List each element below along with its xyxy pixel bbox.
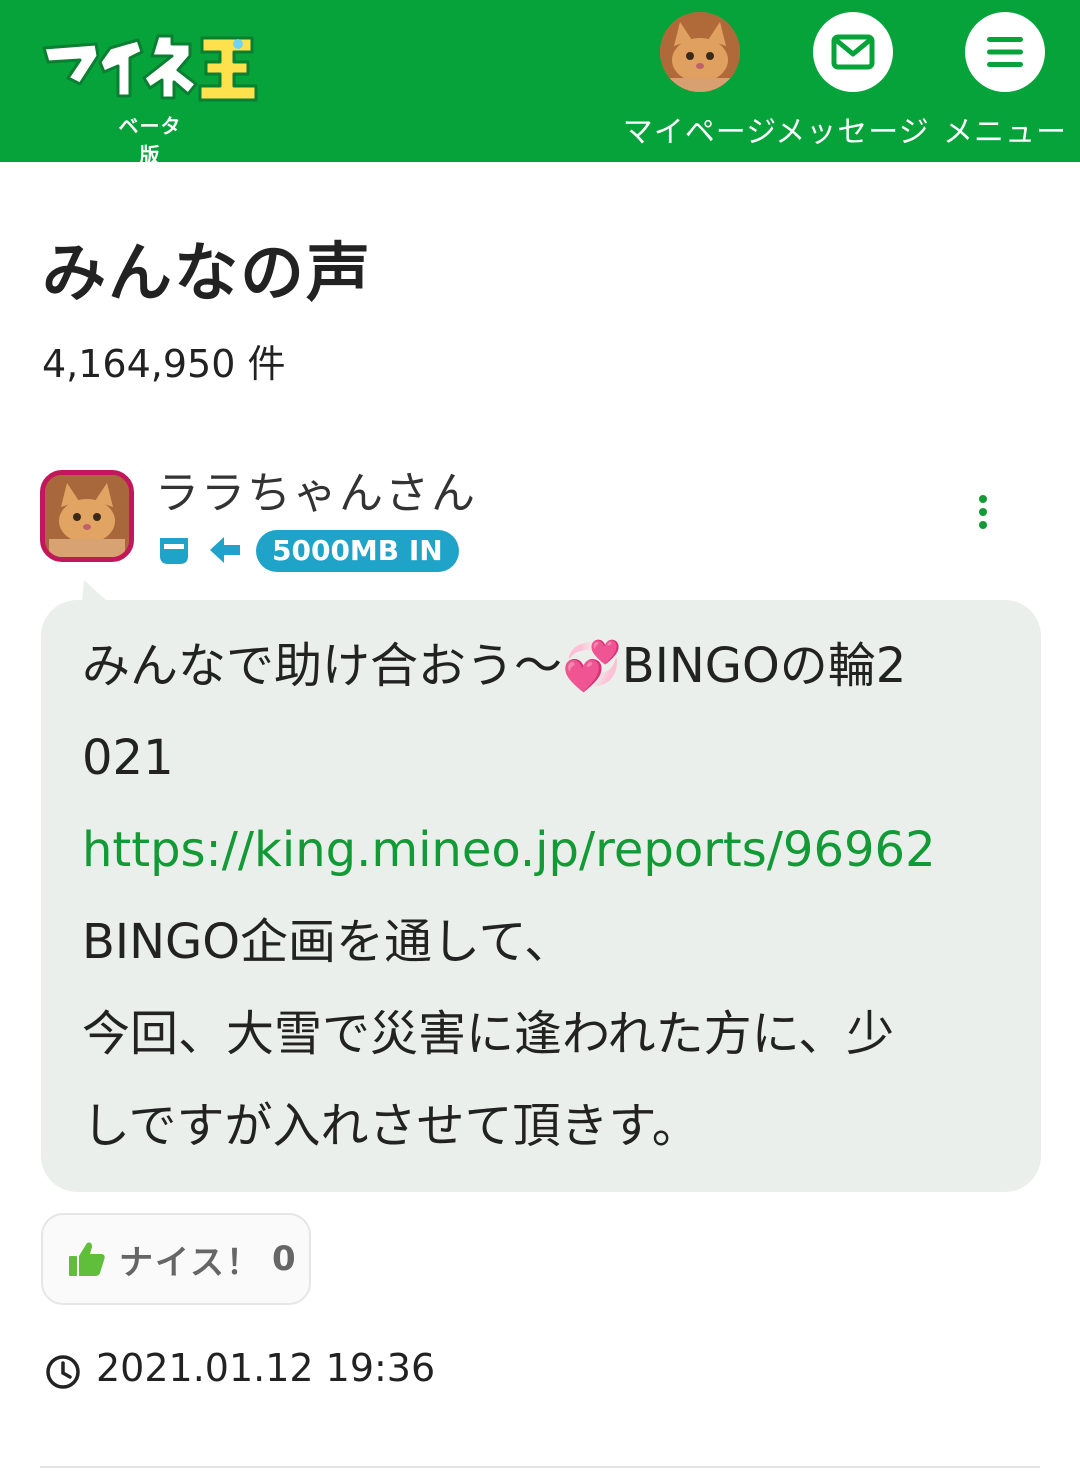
user-avatar[interactable] <box>40 470 134 562</box>
post-timestamp: 2021.01.12 19:36 <box>96 1346 436 1390</box>
nav-mypage[interactable]: マイページ <box>620 12 780 151</box>
post-body: みんなで助け合おう～💞BINGOの輪2 021 https://king.min… <box>82 620 1002 1172</box>
post-body-line: しですが入れさせて頂きす。 <box>82 1098 700 1154</box>
nav-message-label: メッセージ <box>775 115 930 150</box>
nav-mypage-label: マイページ <box>622 115 778 150</box>
post-username[interactable]: ララちゃんさん <box>155 457 477 521</box>
post-body-line: みんなで助け合おう～💞BINGOの輪2 <box>82 638 907 694</box>
hamburger-menu-icon <box>987 37 1023 67</box>
post-count: 4,164,950 件 <box>42 342 286 386</box>
envelope-icon <box>831 34 874 70</box>
post-body-line: 今回、大雪で災害に逢われた方に、少 <box>82 1006 895 1062</box>
post-report-link[interactable]: https://king.mineo.jp/reports/96962 <box>82 804 1002 896</box>
message-button[interactable] <box>812 12 893 92</box>
logo-wordmark-icon <box>42 34 258 102</box>
nice-count: 0 <box>271 1239 296 1279</box>
post-body-line: BINGO企画を通して、 <box>82 914 573 970</box>
page: ベータ版 マイページ メッセージ メニュー みんなの声 4,164,950 件 … <box>0 0 1080 1479</box>
cup-icon <box>160 538 188 564</box>
cat-avatar-icon <box>45 475 129 557</box>
clock-icon <box>46 1355 80 1389</box>
mypage-avatar[interactable] <box>660 12 740 92</box>
arrow-left-icon <box>210 537 240 563</box>
bubble-tail <box>82 580 108 602</box>
post-body-line: 021 <box>82 730 174 786</box>
thumbs-up-icon <box>69 1242 105 1276</box>
app-header: ベータ版 マイページ メッセージ メニュー <box>0 0 1080 167</box>
nav-menu[interactable]: メニュー <box>935 12 1075 151</box>
menu-button[interactable] <box>965 12 1045 92</box>
nice-label: ナイス！ <box>119 1242 262 1283</box>
site-logo[interactable]: ベータ版 <box>38 26 260 167</box>
nav-message[interactable]: メッセージ <box>770 12 935 151</box>
divider <box>40 1466 1040 1468</box>
nav-menu-label: メニュー <box>943 115 1067 150</box>
page-title: みんなの声 <box>42 237 372 311</box>
nice-button[interactable]: ナイス！ 0 <box>41 1213 311 1305</box>
mb-in-badge: 5000MB IN <box>256 530 459 572</box>
cat-avatar-icon <box>660 12 740 92</box>
logo-beta-label: ベータ版 <box>118 114 182 167</box>
more-vertical-icon[interactable] <box>974 494 992 530</box>
